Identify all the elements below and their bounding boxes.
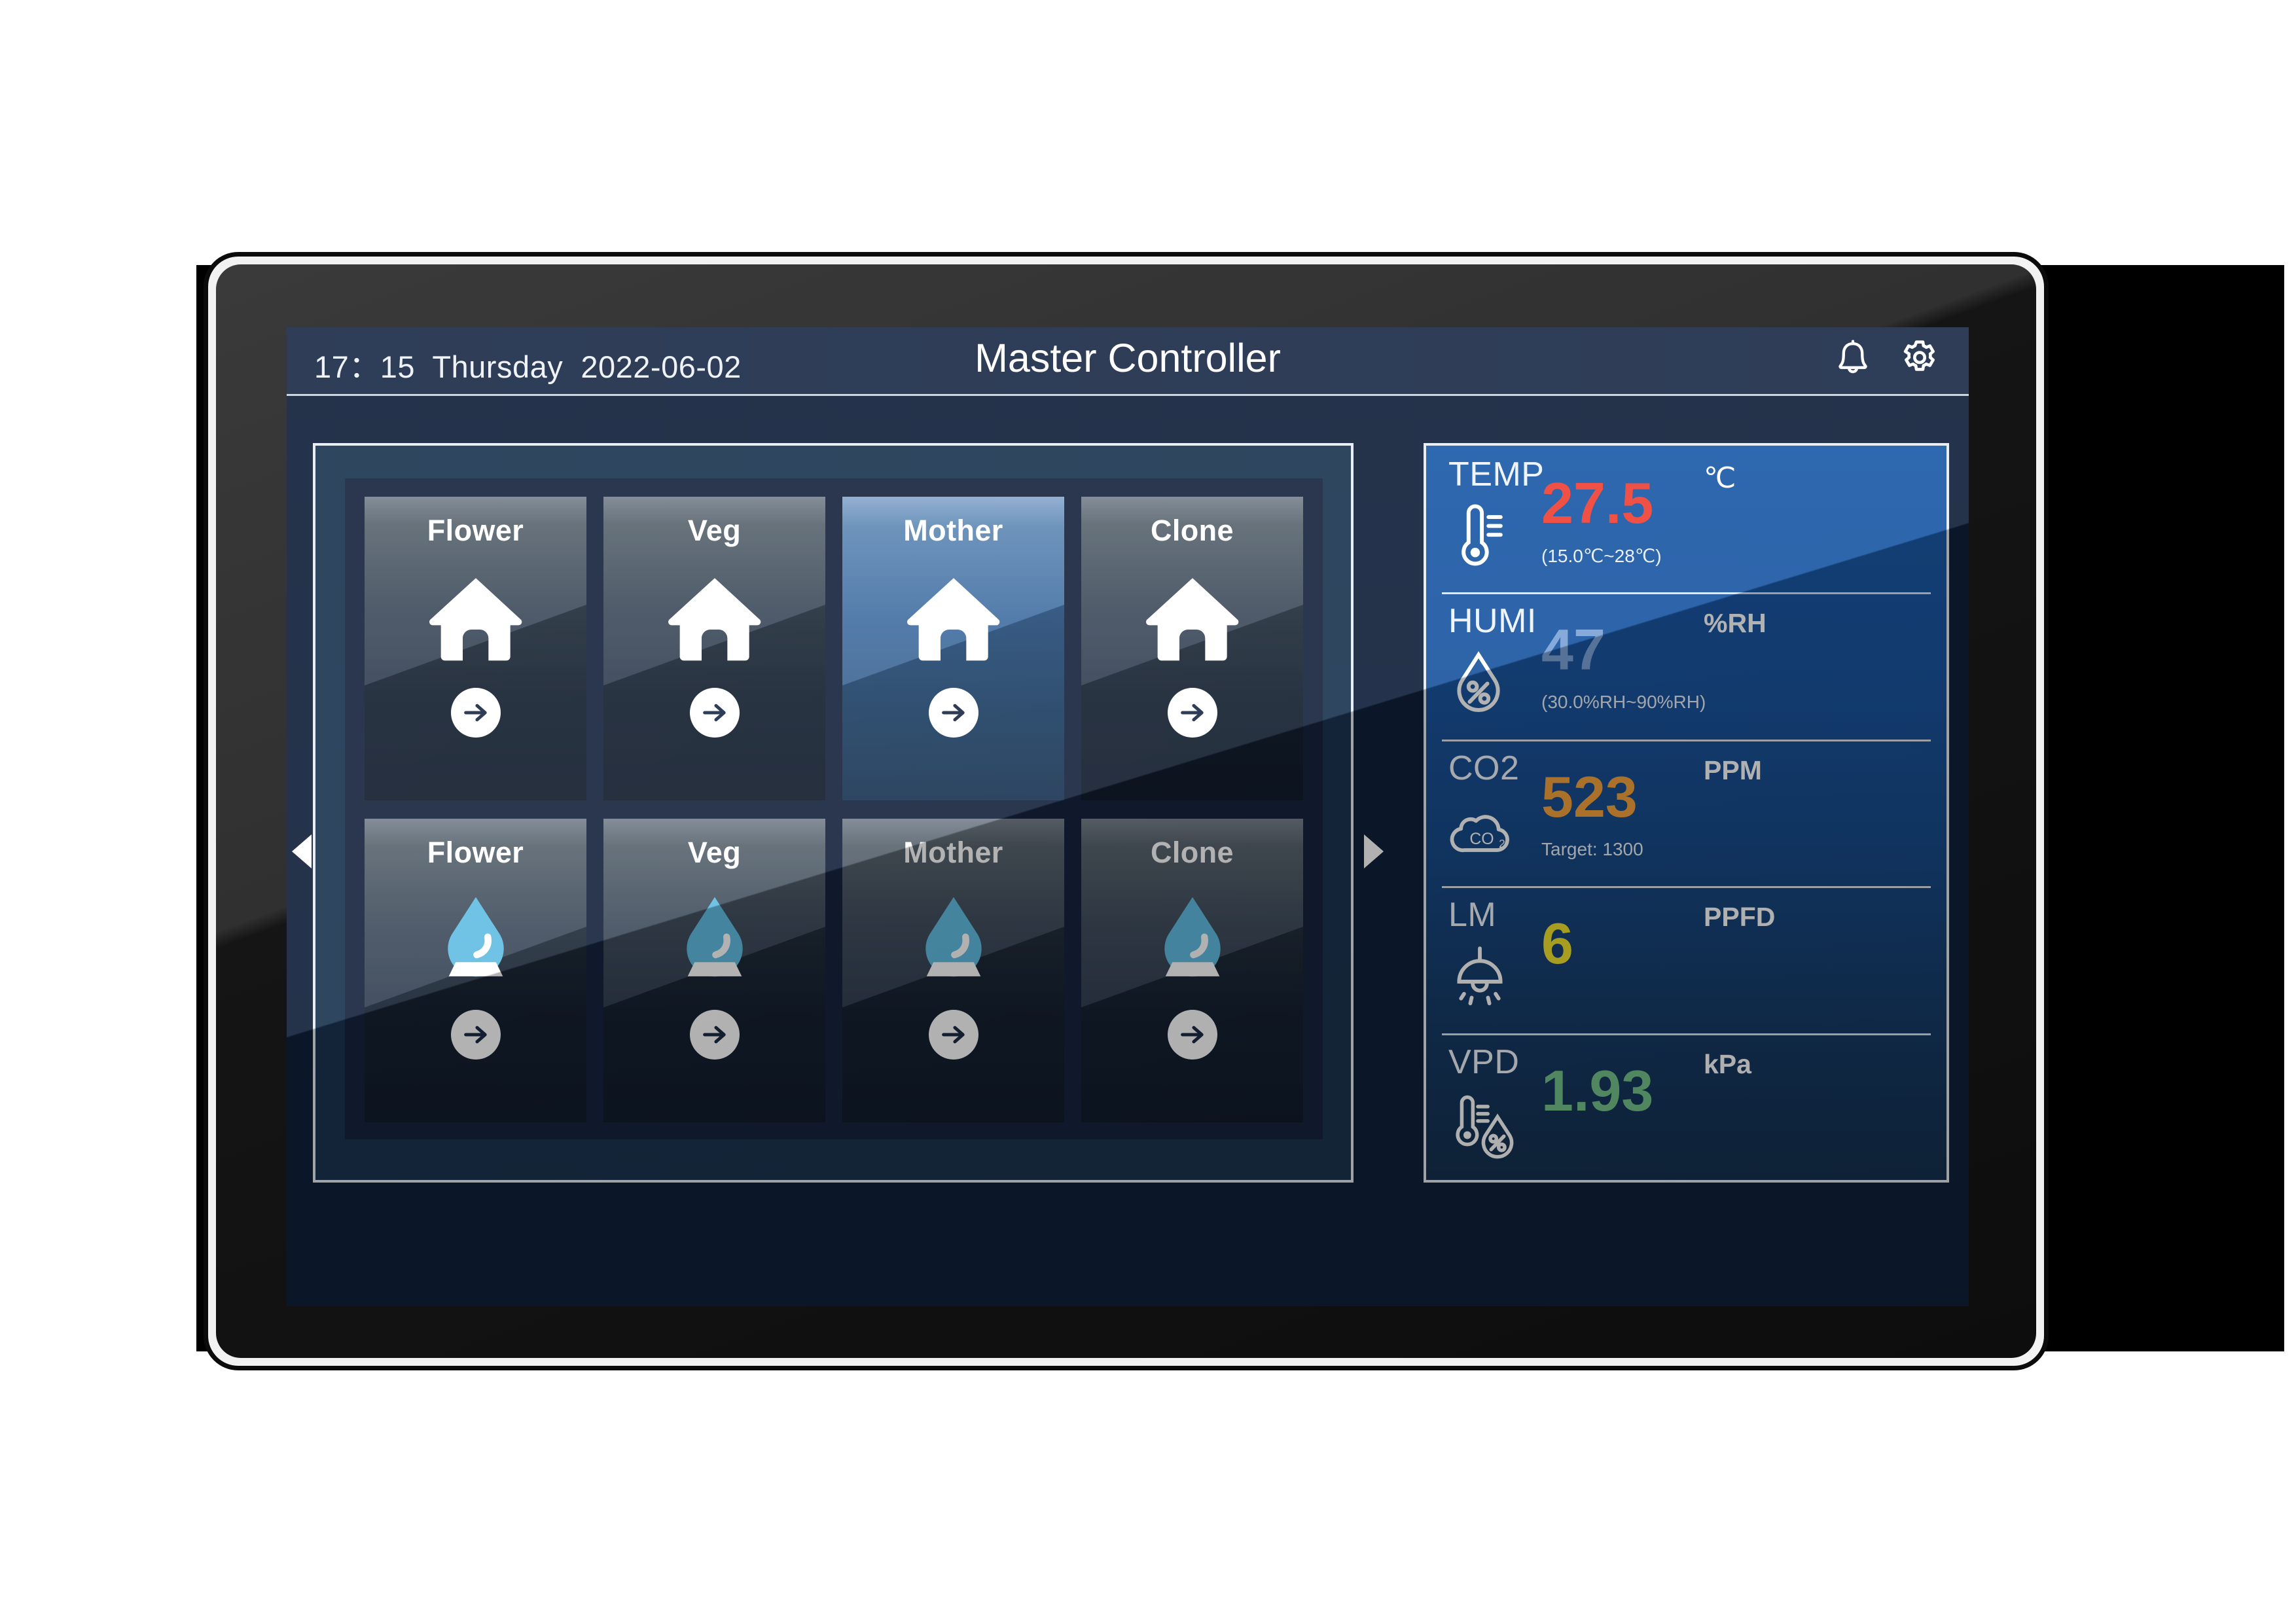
sensor-range: (30.0%RH~90%RH)	[1541, 692, 1706, 713]
sensor-label: LM	[1448, 896, 1497, 935]
sensor-label: HUMI	[1448, 602, 1537, 641]
gear-icon[interactable]	[1898, 338, 1941, 381]
sensor-value: 6	[1541, 911, 1573, 976]
arrow-right-icon[interactable]	[1167, 688, 1217, 738]
room-tile-label: Mother	[903, 836, 1003, 869]
room-tile-mother-irrigation[interactable]: Mother	[842, 819, 1064, 1122]
arrow-right-icon[interactable]	[928, 688, 978, 738]
sensor-unit: PPM	[1704, 755, 1762, 785]
house-icon	[662, 557, 767, 681]
sensor-row-lm[interactable]: LM 6 PPFD	[1426, 886, 1946, 1033]
room-tile-label: Veg	[687, 836, 742, 869]
room-tile-label: Mother	[903, 514, 1003, 547]
rooms-grid: Flower Veg Mother Clone Flower Veg Mothe…	[365, 497, 1303, 1122]
room-tile-flower-irrigation[interactable]: Flower	[365, 819, 586, 1122]
sensor-unit: %RH	[1704, 608, 1767, 639]
sensor-row-vpd[interactable]: VPD 1.93 kPa	[1426, 1033, 1946, 1180]
water-drop-icon	[1138, 879, 1247, 1003]
lamp-icon	[1447, 942, 1513, 1014]
rooms-inner-panel: Flower Veg Mother Clone Flower Veg Mothe…	[345, 478, 1323, 1139]
sensor-row-co2[interactable]: CO2 CO 2 523 PPM Target: 1300	[1426, 739, 1946, 886]
svg-text:CO: CO	[1469, 830, 1494, 848]
sensor-value: 1.93	[1541, 1058, 1654, 1123]
water-drop-icon	[421, 879, 531, 1003]
humidity-drop-icon	[1447, 646, 1510, 721]
room-tile-mother-climate[interactable]: Mother	[842, 497, 1064, 800]
vpd-icon	[1447, 1090, 1519, 1162]
carousel-prev-button[interactable]	[292, 834, 312, 868]
room-tile-flower-climate[interactable]: Flower	[365, 497, 586, 800]
bell-icon[interactable]	[1833, 338, 1873, 381]
sensor-value: 27.5	[1541, 471, 1654, 535]
co2-cloud-icon: CO 2	[1447, 800, 1516, 863]
controller-screen: 17：15 Thursday 2022-06-02 Master Control…	[287, 327, 1969, 1306]
arrow-right-icon[interactable]	[1167, 1010, 1217, 1060]
water-drop-icon	[660, 879, 770, 1003]
arrow-right-icon[interactable]	[689, 688, 740, 738]
carousel-next-button[interactable]	[1364, 834, 1384, 868]
water-drop-icon	[899, 879, 1009, 1003]
room-tile-label: Clone	[1150, 836, 1234, 869]
sensor-row-humi[interactable]: HUMI 47 %RH (30.0%RH~90%RH)	[1426, 592, 1946, 739]
sensor-value: 47	[1541, 617, 1605, 683]
arrow-right-icon[interactable]	[450, 1010, 501, 1060]
sensor-label: VPD	[1448, 1043, 1520, 1081]
thermometer-icon	[1447, 499, 1510, 575]
room-tile-label: Clone	[1150, 514, 1234, 547]
room-tile-label: Flower	[427, 514, 524, 547]
page-title: Master Controller	[975, 336, 1281, 380]
header-icon-group	[1833, 338, 1941, 381]
sensor-label: CO2	[1448, 749, 1520, 787]
arrow-right-icon[interactable]	[928, 1010, 978, 1060]
screenshot-root: 17：15 Thursday 2022-06-02 Master Control…	[0, 0, 2296, 1623]
sensor-readout-panel: TEMP 27.5 ℃ (15.0℃~28℃) HUMI 47 %RH (30.…	[1424, 443, 1949, 1183]
arrow-right-icon[interactable]	[689, 1010, 740, 1060]
sensor-target: Target: 1300	[1541, 838, 1643, 859]
main-content: Flower Veg Mother Clone Flower Veg Mothe…	[287, 396, 1969, 1306]
room-tile-clone-irrigation[interactable]: Clone	[1081, 819, 1303, 1122]
room-tile-veg-climate[interactable]: Veg	[603, 497, 825, 800]
sensor-unit: PPFD	[1704, 902, 1776, 933]
house-icon	[423, 557, 528, 681]
room-tile-label: Veg	[687, 514, 742, 547]
sensor-unit: ℃	[1704, 462, 1736, 494]
room-tile-label: Flower	[427, 836, 524, 869]
house-icon	[1140, 557, 1245, 681]
room-tile-clone-climate[interactable]: Clone	[1081, 497, 1303, 800]
sensor-unit: kPa	[1704, 1048, 1751, 1079]
sensor-value: 523	[1541, 764, 1638, 829]
arrow-right-icon[interactable]	[450, 688, 501, 738]
sensor-range: (15.0℃~28℃)	[1541, 546, 1662, 566]
sensor-label: TEMP	[1448, 455, 1545, 493]
sensor-row-temp[interactable]: TEMP 27.5 ℃ (15.0℃~28℃)	[1426, 446, 1946, 592]
house-icon	[901, 557, 1006, 681]
room-tile-veg-irrigation[interactable]: Veg	[603, 819, 825, 1122]
rooms-panel: Flower Veg Mother Clone Flower Veg Mothe…	[313, 443, 1354, 1183]
top-header-bar: 17：15 Thursday 2022-06-02 Master Control…	[287, 327, 1969, 396]
svg-text:2: 2	[1499, 838, 1505, 850]
